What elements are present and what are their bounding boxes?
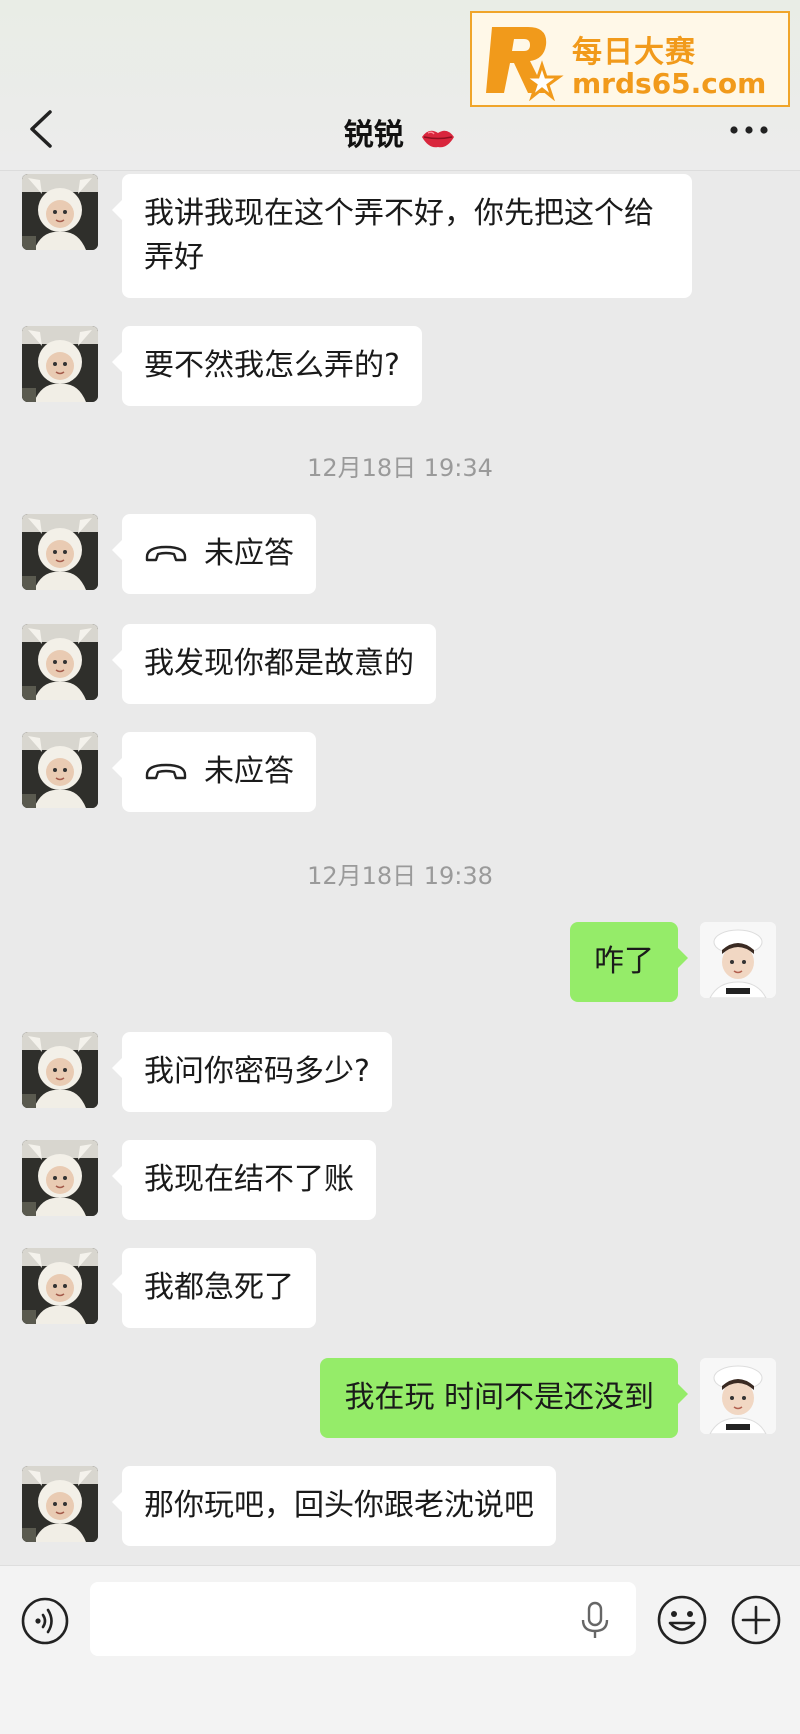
phone-hangup-icon xyxy=(145,763,187,780)
input-bar xyxy=(0,1565,800,1734)
avatar[interactable] xyxy=(22,732,98,808)
avatar-self[interactable] xyxy=(700,1358,776,1434)
message-bubble[interactable]: 我现在结不了账 xyxy=(112,1140,376,1220)
avatar[interactable] xyxy=(22,174,98,250)
more-dots-icon[interactable] xyxy=(726,110,772,150)
avatar[interactable] xyxy=(22,624,98,700)
plus-icon[interactable] xyxy=(730,1594,782,1646)
avatar[interactable] xyxy=(22,1466,98,1542)
avatar[interactable] xyxy=(22,1032,98,1108)
avatar[interactable] xyxy=(22,1140,98,1216)
voice-icon[interactable] xyxy=(20,1596,70,1646)
call-status: 未应答 xyxy=(204,754,294,789)
watermark: 每日大赛 mrds65.com xyxy=(470,11,790,107)
watermark-line1: 每日大赛 xyxy=(572,35,696,70)
message-bubble-outgoing[interactable]: 咋了 xyxy=(570,922,688,1002)
message-bubble[interactable]: 要不然我怎么弄的? xyxy=(112,326,422,406)
watermark-logo-icon xyxy=(486,27,564,101)
watermark-line2: mrds65.com xyxy=(572,67,767,100)
message-bubble-outgoing[interactable]: 我在玩 时间不是还没到 xyxy=(320,1358,688,1438)
avatar[interactable] xyxy=(22,514,98,590)
message-input[interactable] xyxy=(90,1582,636,1656)
message-bubble[interactable]: 我讲我现在这个弄不好，你先把这个给弄好 xyxy=(112,174,692,298)
missed-call-bubble[interactable]: 未应答 xyxy=(112,732,316,812)
microphone-icon[interactable] xyxy=(578,1600,612,1640)
chat-title: 锐锐 xyxy=(0,110,800,154)
avatar[interactable] xyxy=(22,1248,98,1324)
avatar[interactable] xyxy=(22,326,98,402)
message-bubble[interactable]: 我都急死了 xyxy=(112,1248,316,1328)
avatar-self[interactable] xyxy=(700,922,776,998)
missed-call-bubble[interactable]: 未应答 xyxy=(112,514,316,594)
contact-name: 锐锐 xyxy=(343,118,404,153)
lips-icon xyxy=(422,130,455,148)
timestamp: 12月18日 19:38 xyxy=(307,862,493,890)
message-bubble[interactable]: 我发现你都是故意的 xyxy=(112,624,436,704)
message-list[interactable]: 我讲我现在这个弄不好，你先把这个给弄好 要不然我怎么弄的? 12月18日 19:… xyxy=(0,170,800,1565)
message-bubble[interactable]: 我问你密码多少? xyxy=(112,1032,392,1112)
phone-hangup-icon xyxy=(145,545,187,562)
message-bubble[interactable]: 那你玩吧，回头你跟老沈说吧 xyxy=(112,1466,556,1546)
timestamp: 12月18日 19:34 xyxy=(307,454,493,482)
call-status: 未应答 xyxy=(204,536,294,571)
emoji-icon[interactable] xyxy=(656,1594,708,1646)
